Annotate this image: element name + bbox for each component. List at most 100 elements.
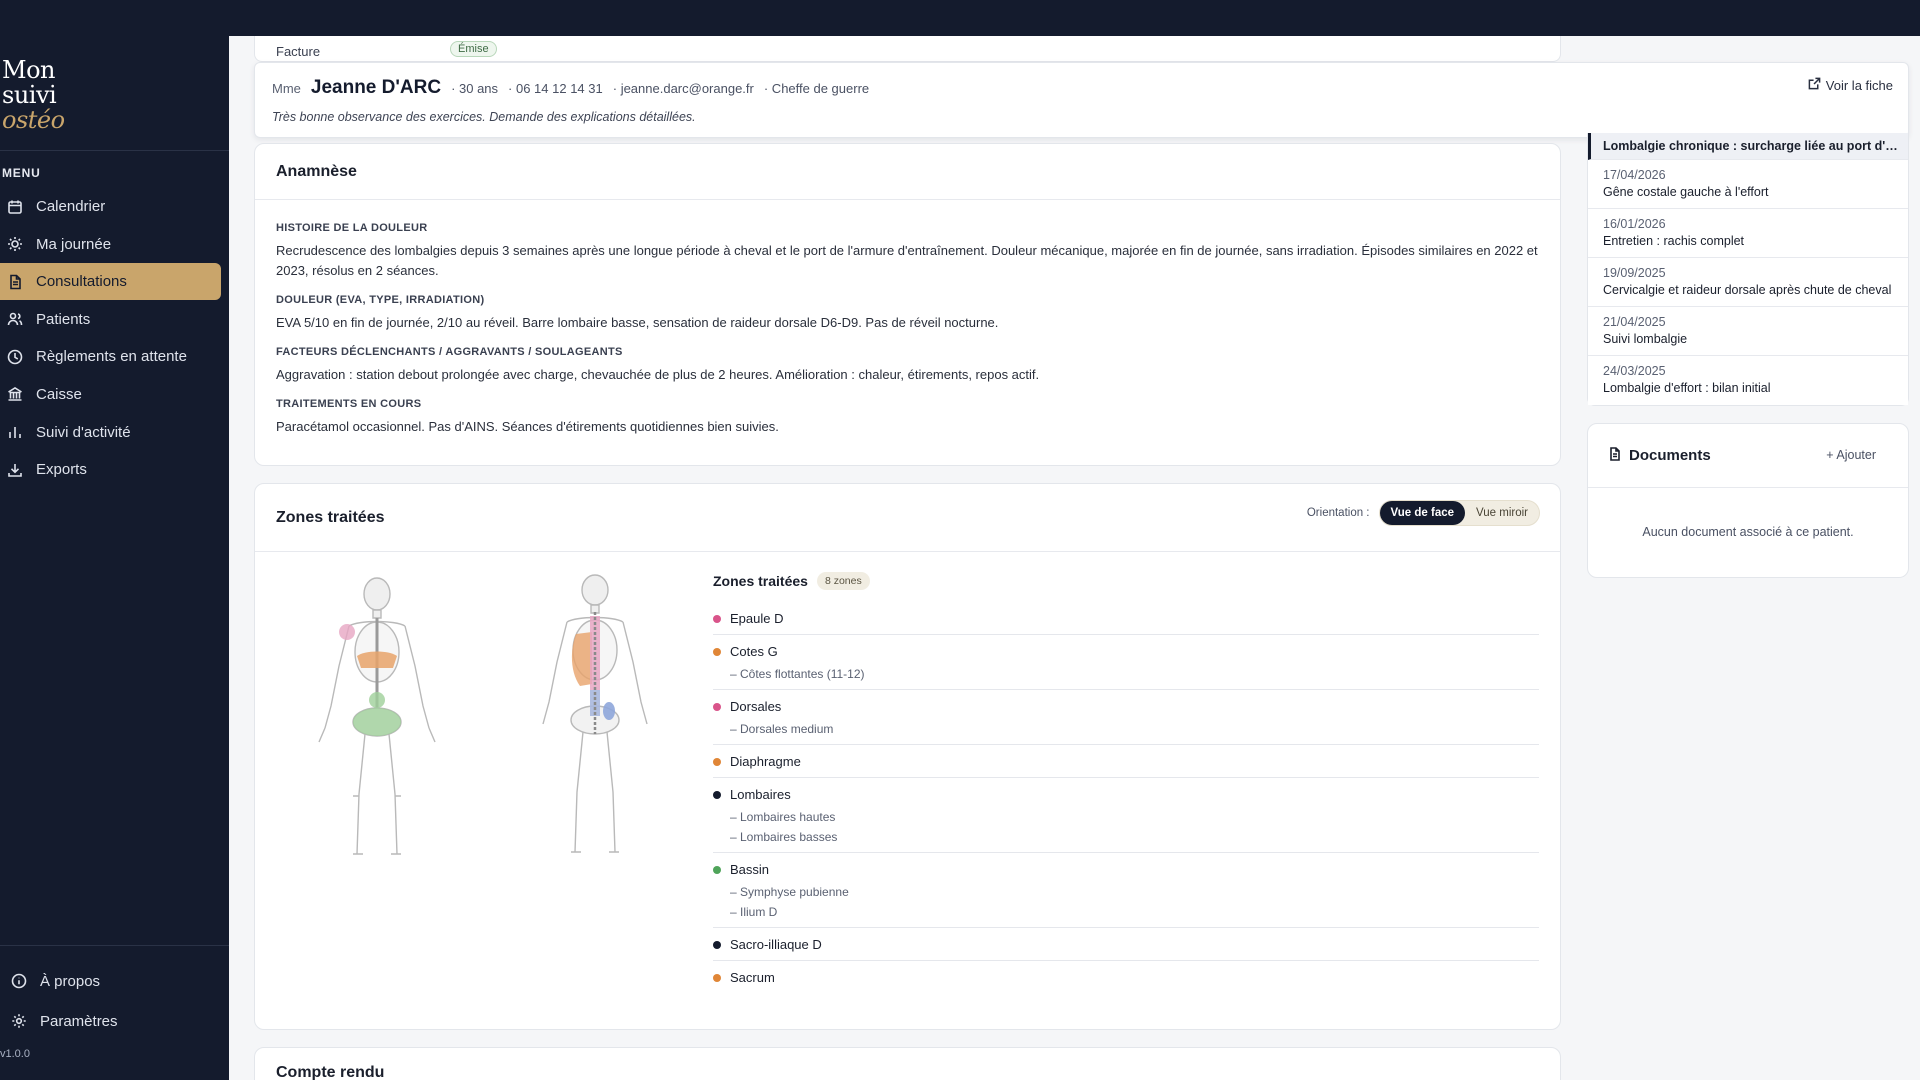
orientation-mirror-button[interactable]: Vue miroir [1465, 501, 1539, 525]
patient-name: Jeanne D'ARC [310, 77, 442, 98]
history-item[interactable]: 19/09/2025 Cervicalgie et raideur dorsal… [1588, 258, 1908, 307]
zone-sub-item: – Ilium D [730, 905, 778, 919]
view-patient-link[interactable]: Voir la fiche [1808, 77, 1893, 93]
history-date: 17/04/2026 [1603, 168, 1666, 182]
users-icon [7, 311, 23, 327]
sidebar-item-ma-journee[interactable]: Ma journée [0, 226, 221, 263]
zone-name: Dorsales [730, 699, 782, 714]
sidebar-item-caisse[interactable]: Caisse [0, 376, 221, 413]
zone-item[interactable]: Cotes G – Côtes flottantes (11-12) [713, 635, 1539, 690]
history-date: 19/09/2025 [1603, 266, 1666, 280]
zone-item[interactable]: Dorsales – Dorsales medium [713, 690, 1539, 745]
orientation-front-button[interactable]: Vue de face [1379, 501, 1466, 525]
zone-sub-item: – Côtes flottantes (11-12) [730, 667, 865, 681]
sidebar-item-consultations[interactable]: Consultations [0, 263, 221, 301]
zone-name: Sacrum [730, 970, 775, 985]
gear-icon [11, 1013, 27, 1029]
history-item[interactable]: 16/01/2026 Entretien : rachis complet [1588, 209, 1908, 258]
orientation-toggle: Vue de face Vue miroir [1378, 500, 1540, 526]
documents-empty-state: Aucun document associé à ce patient. [1642, 525, 1854, 539]
zone-name: Cotes G [730, 644, 778, 659]
sidebar-item-calendrier[interactable]: Calendrier [0, 188, 221, 225]
sidebar-bottom: À propos Paramètres [0, 961, 229, 1041]
history-title: Lombalgie chronique : surcharge liée au … [1603, 139, 1899, 153]
history-item[interactable]: 17/04/2026 Gêne costale gauche à l'effor… [1588, 160, 1908, 209]
zone-list-header: Zones traitées 8 zones [713, 572, 1539, 590]
history-item[interactable]: 21/04/2025 Suivi lombalgie [1588, 307, 1908, 356]
bank-icon [7, 386, 23, 402]
zone-color-dot [713, 614, 721, 623]
app-version: v1.0.0 [0, 1048, 30, 1060]
zone-name: Bassin [730, 862, 770, 877]
history-title: Entretien : rachis complet [1603, 234, 1745, 248]
sidebar-item-reglements[interactable]: Règlements en attente [0, 338, 221, 375]
patient-note: Très bonne observance des exercices. Dem… [272, 110, 696, 124]
window-top-bar [0, 0, 1920, 36]
brand-line-2: suivi [2, 81, 57, 109]
history-item[interactable]: Lombalgie chronique : surcharge liée au … [1588, 133, 1908, 160]
info-icon [11, 973, 27, 989]
patient-phone: · 06 14 12 14 31 [508, 81, 603, 96]
sidebar-item-label: Paramètres [40, 1012, 118, 1030]
zone-item[interactable]: Epaule D [713, 602, 1539, 635]
zone-sub-item: – Symphyse pubienne [730, 885, 849, 899]
zone-item[interactable]: Diaphragme [713, 745, 1539, 778]
history-date: 24/03/2025 [1603, 364, 1666, 378]
documents-card: Documents + Ajouter Aucun document assoc… [1587, 423, 1909, 578]
compte-rendu-card: Compte rendu [254, 1047, 1561, 1080]
patient-profession: · Cheffe de guerre [763, 81, 870, 96]
zone-item[interactable]: Lombaires – Lombaires hautes – Lombaires… [713, 778, 1539, 853]
zone-color-dot [713, 973, 721, 982]
brand-logo[interactable]: Mon suivi ostéo [2, 58, 65, 133]
zone-marker-bassin [353, 708, 401, 736]
patient-email: · jeanne.darc@orange.fr [612, 81, 754, 96]
zone-item[interactable]: Sacrum [713, 961, 1539, 993]
sidebar-item-patients[interactable]: Patients [0, 301, 221, 338]
add-document-button[interactable]: + Ajouter [1826, 448, 1876, 462]
zone-name: Lombaires [730, 787, 791, 802]
zone-marker-epaule [339, 624, 355, 640]
zone-item[interactable]: Sacro-illiaque D [713, 928, 1539, 961]
zone-item[interactable]: Bassin – Symphyse pubienne – Ilium D [713, 853, 1539, 928]
calendar-icon [7, 199, 23, 215]
skeleton-front-view[interactable] [277, 572, 462, 872]
history-item[interactable]: 24/03/2025 Lombalgie d'effort : bilan in… [1588, 356, 1908, 405]
sidebar-item-label: Règlements en attente [36, 348, 187, 366]
zone-list: Zones traitées 8 zones Epaule D Cotes G … [713, 572, 1539, 993]
sidebar-divider [0, 150, 229, 151]
zone-color-dot [713, 647, 721, 656]
bar-chart-icon [7, 424, 23, 440]
history-title: Lombalgie d'effort : bilan initial [1603, 381, 1771, 395]
brand-line-3: ostéo [2, 106, 65, 134]
sidebar-item-label: Caisse [36, 385, 82, 403]
history-date: 16/01/2026 [1603, 217, 1666, 231]
history-title: Gêne costale gauche à l'effort [1603, 185, 1769, 199]
sidebar-divider [0, 945, 229, 946]
skeleton-back-view[interactable] [500, 572, 685, 872]
sidebar-item-label: Ma journée [36, 235, 112, 253]
documents-header: Documents + Ajouter [1588, 424, 1908, 488]
sidebar: Mon suivi ostéo MENU Calendrier Ma journ… [0, 36, 229, 1080]
brand-line-1: Mon [2, 56, 55, 84]
sidebar-item-exports[interactable]: Exports [0, 451, 221, 488]
orientation-control: Orientation : Vue de face Vue miroir [1307, 500, 1540, 526]
sidebar-item-label: Patients [36, 310, 91, 328]
zone-sub-item: – Lombaires hautes [730, 810, 836, 824]
zone-count-badge: 8 zones [816, 572, 870, 590]
zone-color-dot [713, 790, 721, 799]
consultation-history: Lombalgie chronique : surcharge liée au … [1587, 133, 1909, 406]
patient-age: · 30 ans [451, 81, 499, 96]
patient-header: Mme Jeanne D'ARC · 30 ans · 06 14 12 14 … [254, 62, 1909, 138]
zone-list-title: Zones traitées [713, 573, 808, 589]
zone-marker-cotes [571, 632, 592, 686]
sun-icon [7, 236, 23, 252]
sidebar-item-label: À propos [40, 972, 101, 990]
history-date: 21/04/2025 [1603, 315, 1666, 329]
document-icon [7, 274, 23, 290]
sidebar-item-suivi-activite[interactable]: Suivi d'activité [0, 414, 221, 451]
external-link-icon [1808, 77, 1826, 93]
invoice-status-badge: Émise [450, 41, 497, 57]
sidebar-item-a-propos[interactable]: À propos [0, 961, 229, 1001]
anamnese-card: Anamnèse HISTOIRE DE LA DOULEUR Recrudes… [254, 143, 1561, 466]
sidebar-item-parametres[interactable]: Paramètres [0, 1001, 229, 1041]
